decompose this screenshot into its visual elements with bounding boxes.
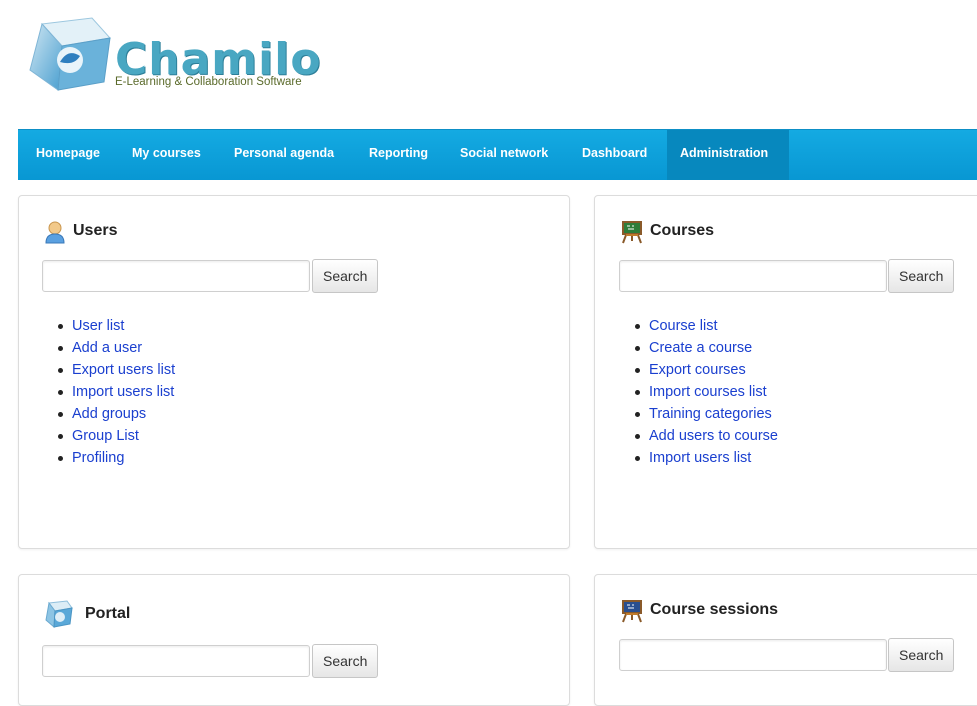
users-title: Users <box>73 222 118 239</box>
link-export-courses[interactable]: Export courses <box>632 359 778 381</box>
nav-reporting[interactable]: Reporting <box>356 130 441 180</box>
nav-dashboard[interactable]: Dashboard <box>569 130 660 180</box>
main-nav: Homepage My courses Personal agenda Repo… <box>18 129 977 180</box>
portal-panel: Portal Search <box>18 574 570 706</box>
nav-my-courses[interactable]: My courses <box>119 130 214 180</box>
courses-links: Course list Create a course Export cours… <box>632 315 778 469</box>
users-search-input[interactable] <box>42 260 310 292</box>
courses-panel: Courses Search Course list Create a cour… <box>594 195 977 549</box>
link-add-a-user[interactable]: Add a user <box>55 337 175 359</box>
session-blackboard-icon <box>622 600 642 623</box>
nav-administration[interactable]: Administration <box>667 130 789 180</box>
link-user-list[interactable]: User list <box>55 315 175 337</box>
portal-icon <box>45 600 73 629</box>
link-export-users-list[interactable]: Export users list <box>55 359 175 381</box>
users-panel: Users Search User list Add a user Export… <box>18 195 570 549</box>
portal-title: Portal <box>85 605 131 622</box>
link-group-list[interactable]: Group List <box>55 425 175 447</box>
chamilo-logo-icon <box>29 17 111 91</box>
link-create-a-course[interactable]: Create a course <box>632 337 778 359</box>
nav-social-network[interactable]: Social network <box>447 130 561 180</box>
course-sessions-panel: Course sessions Search <box>594 574 977 706</box>
nav-personal-agenda[interactable]: Personal agenda <box>221 130 347 180</box>
link-import-users-list[interactable]: Import users list <box>55 381 175 403</box>
blackboard-icon <box>622 221 642 244</box>
users-links: User list Add a user Export users list I… <box>55 315 175 469</box>
course-sessions-title: Course sessions <box>650 601 779 618</box>
link-import-courses-list[interactable]: Import courses list <box>632 381 778 403</box>
link-course-list[interactable]: Course list <box>632 315 778 337</box>
link-import-users-list-courses[interactable]: Import users list <box>632 447 778 469</box>
chamilo-logo[interactable]: Chamilo E-Learning & Collaboration Softw… <box>22 16 322 96</box>
courses-search-input[interactable] <box>619 260 887 292</box>
header: Chamilo E-Learning & Collaboration Softw… <box>0 0 977 128</box>
user-icon <box>45 221 65 244</box>
logo-tagline: E-Learning & Collaboration Software <box>115 76 302 88</box>
sessions-search-button[interactable]: Search <box>888 638 955 672</box>
link-add-groups[interactable]: Add groups <box>55 403 175 425</box>
link-profiling[interactable]: Profiling <box>55 447 175 469</box>
link-add-users-to-course[interactable]: Add users to course <box>632 425 778 447</box>
courses-title: Courses <box>650 222 715 239</box>
link-training-categories[interactable]: Training categories <box>632 403 778 425</box>
nav-homepage[interactable]: Homepage <box>23 130 113 180</box>
users-search-button[interactable]: Search <box>312 259 379 293</box>
portal-search-input[interactable] <box>42 645 310 677</box>
portal-search-button[interactable]: Search <box>312 644 379 678</box>
sessions-search-input[interactable] <box>619 639 887 671</box>
courses-search-button[interactable]: Search <box>888 259 955 293</box>
